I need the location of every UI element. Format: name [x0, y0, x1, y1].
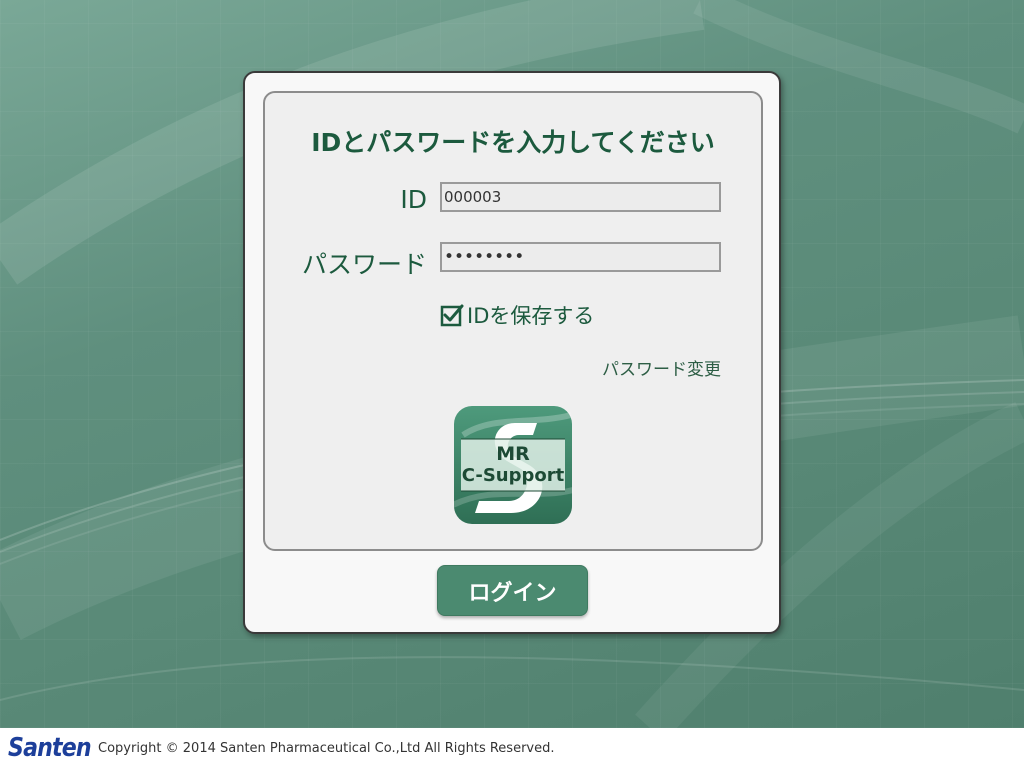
app-logo-line1: MR [496, 443, 530, 465]
app-logo-line2: C-Support [461, 465, 565, 486]
footer: Santen Copyright © 2014 Santen Pharmaceu… [0, 728, 1024, 768]
app-logo-text: MR C-Support [453, 443, 573, 487]
id-input[interactable] [440, 182, 721, 212]
id-label: ID [400, 185, 427, 214]
change-password-link[interactable]: パスワード変更 [602, 355, 721, 380]
login-dialog: IDとパスワードを入力してください ID パスワード IDを保存する パスワード… [243, 71, 781, 634]
app-logo: MR C-Support [453, 405, 573, 525]
remember-id-checkbox[interactable]: IDを保存する [440, 300, 594, 330]
remember-id-label: IDを保存する [467, 304, 595, 328]
login-panel: IDとパスワードを入力してください ID パスワード IDを保存する パスワード… [263, 91, 763, 551]
santen-logo: Santen [8, 733, 92, 763]
password-label: パスワード [301, 250, 427, 279]
page-title: IDとパスワードを入力してください [311, 128, 715, 157]
copyright-text: Copyright © 2014 Santen Pharmaceutical C… [98, 740, 555, 756]
password-input[interactable] [440, 242, 721, 272]
login-button[interactable]: ログイン [437, 565, 588, 616]
checkbox-checked-icon[interactable] [440, 303, 464, 327]
